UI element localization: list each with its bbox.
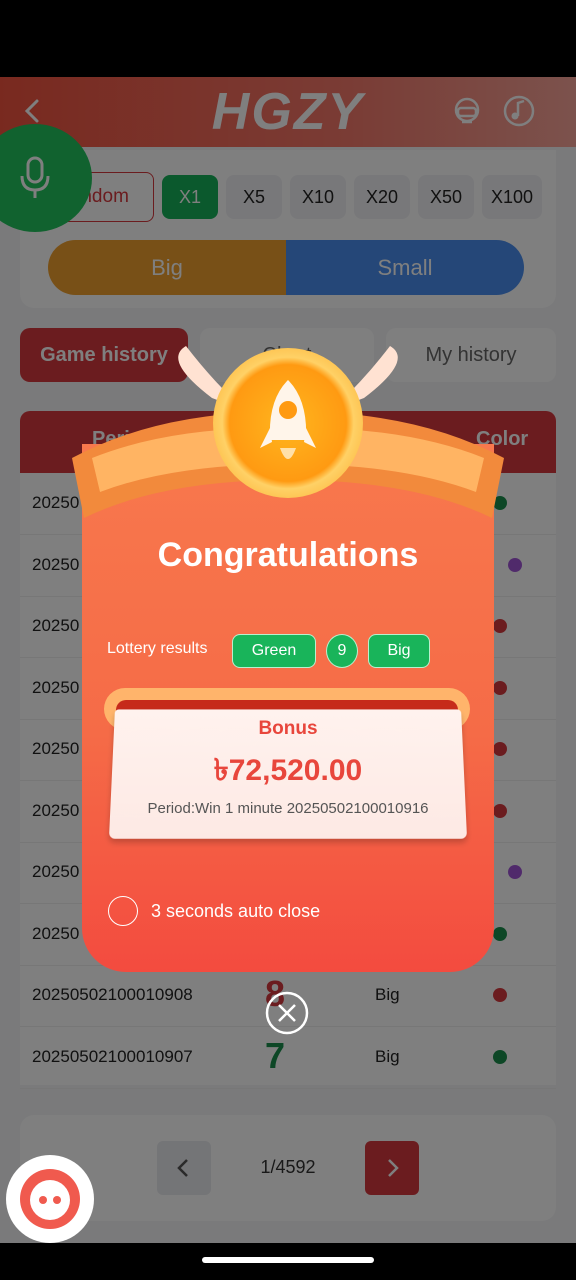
- status-bar: [0, 0, 576, 77]
- auto-close-checkbox[interactable]: [108, 896, 138, 926]
- chat-bubble-icon: [20, 1169, 80, 1229]
- result-size-badge: Big: [368, 634, 430, 668]
- auto-close-label: 3 seconds auto close: [151, 901, 321, 921]
- result-number-badge: 9: [326, 634, 358, 668]
- live-chat-button[interactable]: [6, 1155, 94, 1243]
- popup-title: Congratulations: [157, 536, 419, 574]
- close-icon: [265, 991, 309, 1035]
- bonus-amount: ৳72,520.00: [213, 754, 363, 787]
- close-popup-button[interactable]: [264, 990, 310, 1036]
- bonus-period: Period:Win 1 minute 20250502100010916: [147, 800, 429, 817]
- result-color-badge: Green: [232, 634, 316, 668]
- home-indicator[interactable]: [202, 1257, 374, 1263]
- bonus-label: Bonus: [258, 718, 318, 739]
- rocket-icon: [258, 378, 318, 470]
- lottery-results-label: Lottery results: [107, 640, 208, 657]
